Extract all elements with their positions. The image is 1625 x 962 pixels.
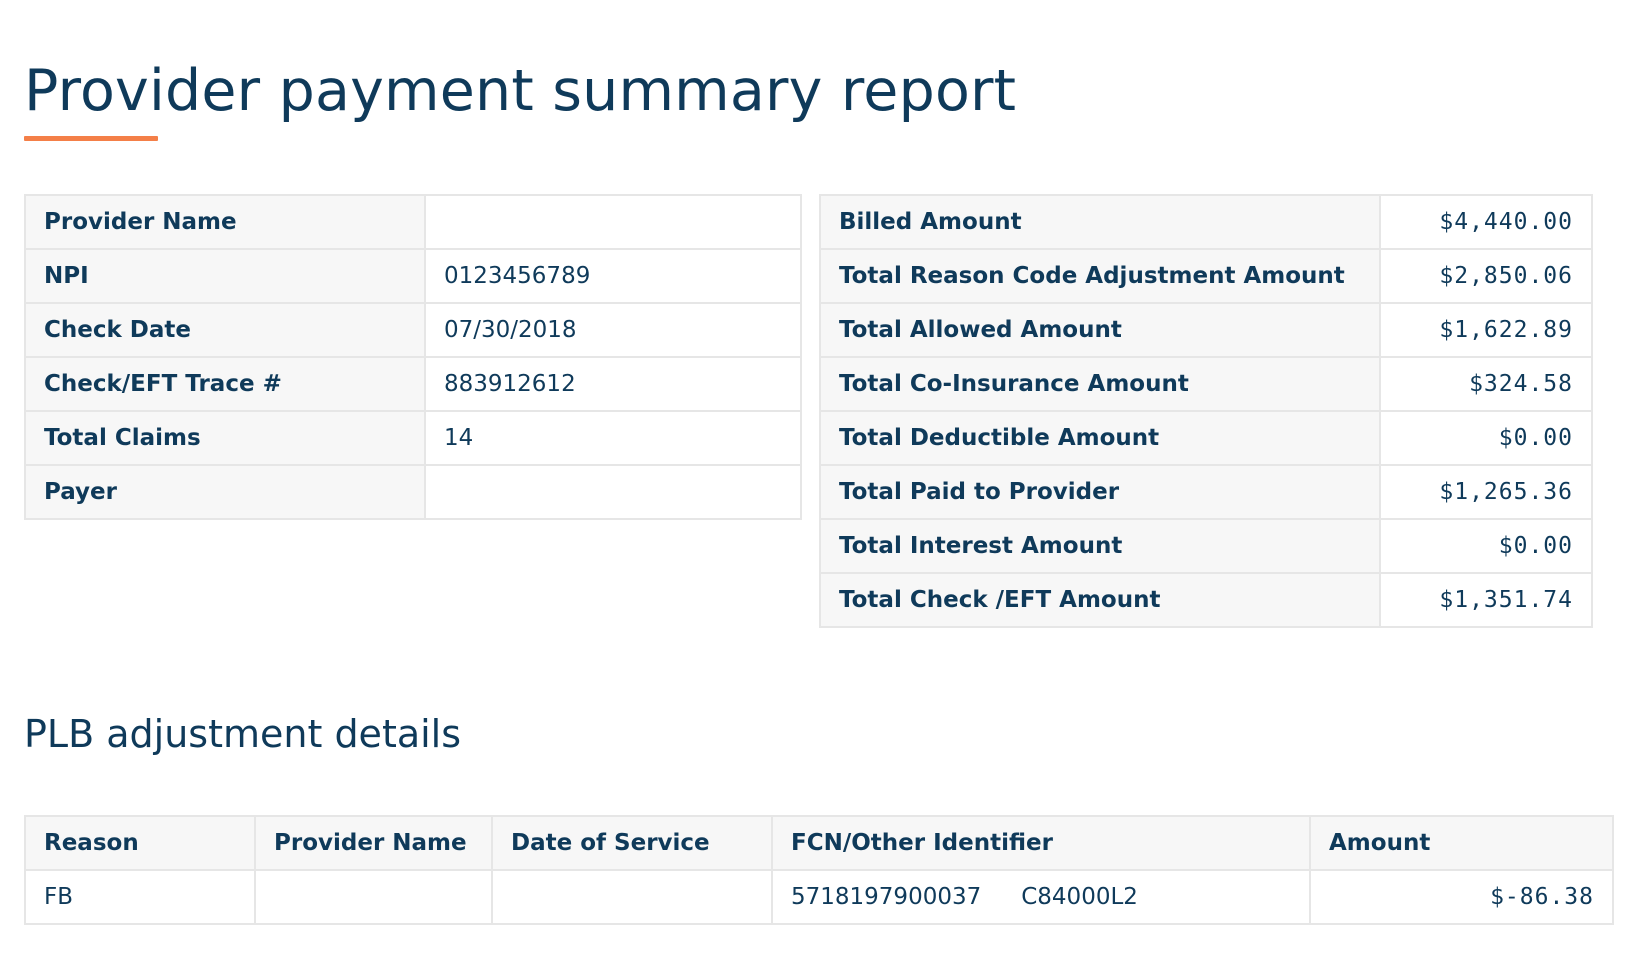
plb-provider-name [254, 869, 493, 925]
paid-to-provider-value: $1,265.36 [1379, 464, 1593, 520]
allowed-amount-label: Total Allowed Amount [819, 302, 1381, 358]
payer-label: Payer [24, 464, 426, 520]
title-underline [24, 136, 158, 141]
total-claims-value: 14 [424, 410, 802, 466]
column-header-date-of-service: Date of Service [491, 815, 773, 871]
provider-name-value [424, 194, 802, 250]
interest-amount-label: Total Interest Amount [819, 518, 1381, 574]
table-row: Check Date 07/30/2018 [24, 302, 802, 358]
table-header-row: Reason Provider Name Date of Service FCN… [24, 815, 1614, 871]
plb-reason: FB [24, 869, 256, 925]
npi-label: NPI [24, 248, 426, 304]
table-row: Total Paid to Provider $1,265.36 [819, 464, 1593, 520]
column-header-fcn: FCN/Other Identifier [771, 815, 1311, 871]
table-row: Total Interest Amount $0.00 [819, 518, 1593, 574]
plb-other-identifier: C84000L2 [1021, 884, 1138, 910]
paid-to-provider-label: Total Paid to Provider [819, 464, 1381, 520]
deductible-value: $0.00 [1379, 410, 1593, 466]
co-insurance-value: $324.58 [1379, 356, 1593, 412]
table-row: Provider Name [24, 194, 802, 250]
billed-amount-label: Billed Amount [819, 194, 1381, 250]
reason-code-adjustment-label: Total Reason Code Adjustment Amount [819, 248, 1381, 304]
check-date-label: Check Date [24, 302, 426, 358]
amounts-table: Billed Amount $4,440.00 Total Reason Cod… [819, 194, 1593, 628]
plb-fcn-cell: 5718197900037 C84000L2 [771, 869, 1311, 925]
table-row: Total Allowed Amount $1,622.89 [819, 302, 1593, 358]
total-claims-label: Total Claims [24, 410, 426, 466]
column-header-reason: Reason [24, 815, 256, 871]
provider-info-table: Provider Name NPI 0123456789 Check Date … [24, 194, 802, 520]
reason-code-adjustment-value: $2,850.06 [1379, 248, 1593, 304]
trace-number-label: Check/EFT Trace # [24, 356, 426, 412]
table-row: FB 5718197900037 C84000L2 $-86.38 [24, 869, 1614, 925]
allowed-amount-value: $1,622.89 [1379, 302, 1593, 358]
interest-amount-value: $0.00 [1379, 518, 1593, 574]
co-insurance-label: Total Co-Insurance Amount [819, 356, 1381, 412]
table-row: Total Check /EFT Amount $1,351.74 [819, 572, 1593, 628]
table-row: Check/EFT Trace # 883912612 [24, 356, 802, 412]
npi-value: 0123456789 [424, 248, 802, 304]
table-row: Total Co-Insurance Amount $324.58 [819, 356, 1593, 412]
plb-fcn: 5718197900037 [791, 884, 982, 910]
plb-date-of-service [491, 869, 773, 925]
check-eft-amount-label: Total Check /EFT Amount [819, 572, 1381, 628]
trace-number-value: 883912612 [424, 356, 802, 412]
page-title: Provider payment summary report [24, 58, 1017, 124]
plb-adjustment-table: Reason Provider Name Date of Service FCN… [24, 815, 1614, 925]
payer-value [424, 464, 802, 520]
column-header-provider-name: Provider Name [254, 815, 493, 871]
plb-section-title: PLB adjustment details [24, 712, 462, 756]
billed-amount-value: $4,440.00 [1379, 194, 1593, 250]
table-row: NPI 0123456789 [24, 248, 802, 304]
table-row: Total Deductible Amount $0.00 [819, 410, 1593, 466]
deductible-label: Total Deductible Amount [819, 410, 1381, 466]
plb-amount: $-86.38 [1309, 869, 1614, 925]
check-eft-amount-value: $1,351.74 [1379, 572, 1593, 628]
provider-name-label: Provider Name [24, 194, 426, 250]
table-row: Total Reason Code Adjustment Amount $2,8… [819, 248, 1593, 304]
check-date-value: 07/30/2018 [424, 302, 802, 358]
table-row: Billed Amount $4,440.00 [819, 194, 1593, 250]
table-row: Total Claims 14 [24, 410, 802, 466]
column-header-amount: Amount [1309, 815, 1614, 871]
table-row: Payer [24, 464, 802, 520]
